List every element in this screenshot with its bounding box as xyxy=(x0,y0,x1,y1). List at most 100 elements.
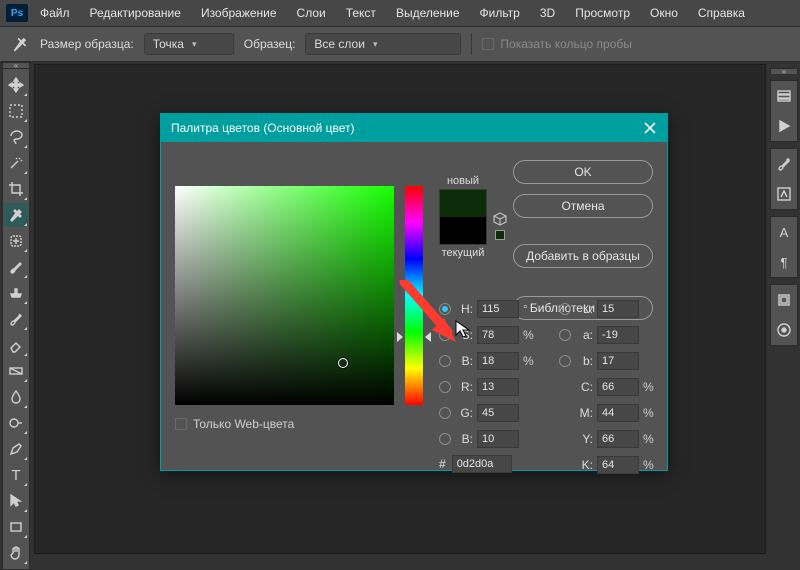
input-l[interactable]: 15 xyxy=(597,300,639,318)
unit-h: ° xyxy=(523,302,537,316)
unit-s: % xyxy=(523,328,537,342)
input-a[interactable]: -19 xyxy=(597,326,639,344)
input-s[interactable]: 78 xyxy=(477,326,519,344)
label-c: C: xyxy=(575,380,593,394)
sample-select[interactable]: Все слои ▾ xyxy=(305,33,461,55)
input-g[interactable]: 45 xyxy=(477,404,519,422)
blur-tool-icon[interactable] xyxy=(4,385,28,409)
input-m[interactable]: 44 xyxy=(597,404,639,422)
sample-size-select[interactable]: Точка ▾ xyxy=(144,33,234,55)
input-hex[interactable]: 0d2d0a xyxy=(452,455,512,473)
radio-b2[interactable] xyxy=(559,355,571,367)
add-to-swatches-button[interactable]: Добавить в образцы xyxy=(513,244,653,268)
menu-3d[interactable]: 3D xyxy=(532,2,563,24)
label-b: B: xyxy=(455,354,473,368)
type-tool-icon[interactable]: T xyxy=(4,463,28,487)
hue-slider-handle-left-icon[interactable] xyxy=(397,332,403,342)
show-sampling-ring[interactable]: Показать кольцо пробы xyxy=(482,37,631,51)
libraries-panel-icon[interactable] xyxy=(775,291,793,309)
history-brush-tool-icon[interactable] xyxy=(4,307,28,331)
magic-wand-tool-icon[interactable] xyxy=(4,151,28,175)
move-tool-icon[interactable] xyxy=(4,73,28,97)
label-r: R: xyxy=(455,380,473,394)
menu-type[interactable]: Текст xyxy=(338,2,384,24)
panel-group-4 xyxy=(770,284,798,346)
radio-bc[interactable] xyxy=(439,433,451,445)
label-h: H: xyxy=(455,302,473,316)
actions-panel-icon[interactable] xyxy=(775,117,793,135)
label-y: Y: xyxy=(575,432,593,446)
gradient-tool-icon[interactable] xyxy=(4,359,28,383)
show-ring-label: Показать кольцо пробы xyxy=(500,37,631,51)
right-panel-strip: » A ¶ xyxy=(770,68,798,346)
color-panel-icon[interactable] xyxy=(775,321,793,339)
input-r[interactable]: 13 xyxy=(477,378,519,396)
paragraph-panel-icon[interactable]: ¶ xyxy=(775,253,793,271)
menu-view[interactable]: Просмотр xyxy=(567,2,638,24)
menu-edit[interactable]: Редактирование xyxy=(82,2,189,24)
cancel-button[interactable]: Отмена xyxy=(513,194,653,218)
rectangle-tool-icon[interactable] xyxy=(4,515,28,539)
chevron-down-icon: ▾ xyxy=(373,39,378,50)
unit-b: % xyxy=(523,354,537,368)
history-panel-icon[interactable] xyxy=(775,87,793,105)
radio-g[interactable] xyxy=(439,407,451,419)
right-panel-collapse-handle[interactable]: » xyxy=(770,68,798,74)
panel-group-3: A ¶ xyxy=(770,216,798,278)
eyedropper-tool-icon[interactable] xyxy=(4,203,28,227)
dialog-titlebar[interactable]: Палитра цветов (Основной цвет) xyxy=(161,114,667,142)
checkbox-icon xyxy=(175,418,187,430)
radio-a[interactable] xyxy=(559,329,571,341)
input-c[interactable]: 66 xyxy=(597,378,639,396)
input-h[interactable]: 115 xyxy=(477,300,519,318)
menu-filter[interactable]: Фильтр xyxy=(472,2,528,24)
input-k[interactable]: 64 xyxy=(597,456,639,474)
current-color-label: текущий xyxy=(439,247,487,259)
input-y[interactable]: 66 xyxy=(597,430,639,448)
menu-layer[interactable]: Слои xyxy=(289,2,334,24)
web-colors-only-checkbox[interactable]: Только Web-цвета xyxy=(175,417,294,431)
eyedropper-tool-indicator-icon[interactable] xyxy=(10,34,30,54)
character-panel-icon[interactable]: A xyxy=(775,223,793,241)
menu-help[interactable]: Справка xyxy=(690,2,753,24)
radio-b[interactable] xyxy=(439,355,451,367)
brushes-panel-icon[interactable] xyxy=(775,155,793,173)
input-b2[interactable]: 17 xyxy=(597,352,639,370)
close-icon[interactable] xyxy=(643,121,657,135)
label-m: M: xyxy=(575,406,593,420)
hand-tool-icon[interactable] xyxy=(4,541,28,565)
color-field[interactable] xyxy=(175,186,394,405)
color-preview-swatch[interactable] xyxy=(439,189,487,245)
input-bc[interactable]: 10 xyxy=(477,430,519,448)
hue-slider[interactable] xyxy=(405,186,423,405)
hue-slider-handle-right-icon[interactable] xyxy=(425,332,431,342)
input-b[interactable]: 18 xyxy=(477,352,519,370)
spot-healing-tool-icon[interactable] xyxy=(4,229,28,253)
menu-window[interactable]: Окно xyxy=(642,2,686,24)
sample-size-value: Точка xyxy=(153,37,184,51)
pen-tool-icon[interactable] xyxy=(4,437,28,461)
dodge-tool-icon[interactable] xyxy=(4,411,28,435)
radio-s[interactable] xyxy=(439,329,451,341)
gamut-safe-swatch[interactable] xyxy=(495,230,505,240)
brush-tool-icon[interactable] xyxy=(4,255,28,279)
ok-button[interactable]: OK xyxy=(513,160,653,184)
path-selection-tool-icon[interactable] xyxy=(4,489,28,513)
marquee-tool-icon[interactable] xyxy=(4,99,28,123)
color-picker-dialog: Палитра цветов (Основной цвет) новый тек… xyxy=(160,113,668,471)
brush-presets-panel-icon[interactable] xyxy=(775,185,793,203)
eraser-tool-icon[interactable] xyxy=(4,333,28,357)
web-only-label: Только Web-цвета xyxy=(193,417,294,431)
clone-stamp-tool-icon[interactable] xyxy=(4,281,28,305)
menu-select[interactable]: Выделение xyxy=(388,2,468,24)
menu-file[interactable]: Файл xyxy=(32,2,78,24)
lasso-tool-icon[interactable] xyxy=(4,125,28,149)
radio-l[interactable] xyxy=(559,303,571,315)
panel-group-2 xyxy=(770,148,798,210)
menu-image[interactable]: Изображение xyxy=(193,2,285,24)
gamut-warning-icon[interactable] xyxy=(493,212,507,226)
crop-tool-icon[interactable] xyxy=(4,177,28,201)
radio-r[interactable] xyxy=(439,381,451,393)
radio-h[interactable] xyxy=(439,303,451,315)
color-field-marker[interactable] xyxy=(338,358,348,368)
